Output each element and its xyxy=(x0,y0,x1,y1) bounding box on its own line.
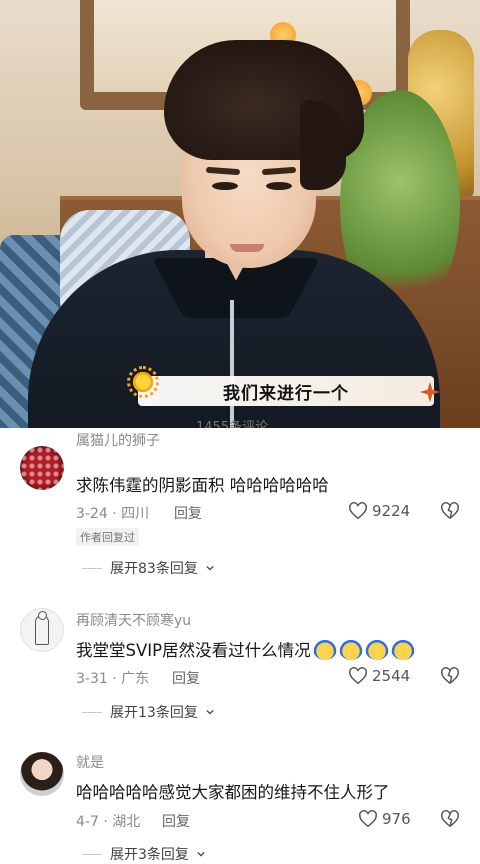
dislike-button[interactable] xyxy=(440,667,460,685)
expand-replies-button[interactable]: 展开3条回复 xyxy=(82,844,205,864)
like-count: 976 xyxy=(382,810,411,828)
comment-date-location: 3-24 · 四川 xyxy=(76,506,150,522)
heartbreak-icon xyxy=(441,810,459,827)
like-button[interactable]: 976 xyxy=(358,810,411,828)
heartbreak-icon xyxy=(441,502,459,519)
reply-button[interactable]: 回复 xyxy=(172,668,200,688)
heart-icon xyxy=(349,667,367,685)
author-replied-badge: 作者回复过 xyxy=(76,528,139,546)
heart-icon xyxy=(349,502,367,520)
avatar[interactable] xyxy=(20,608,64,652)
expand-replies-label: 展开13条回复 xyxy=(110,705,198,721)
crying-face-emoji-icon xyxy=(312,638,337,660)
reply-button[interactable]: 回复 xyxy=(174,503,202,523)
crying-face-emoji-icon xyxy=(390,638,415,660)
chevron-down-icon xyxy=(206,565,214,571)
expand-replies-button[interactable]: 展开83条回复 xyxy=(82,558,214,578)
comment-count: 1455条评论 xyxy=(196,420,269,428)
comment-date-location: 3-31 · 广东 xyxy=(76,671,150,687)
like-button[interactable]: 9224 xyxy=(348,502,410,520)
comment-username[interactable]: 属猫儿的狮子 xyxy=(76,430,160,450)
avatar[interactable] xyxy=(20,752,64,796)
sun-icon xyxy=(127,366,159,398)
crying-face-emoji-icon xyxy=(364,638,389,660)
dislike-button[interactable] xyxy=(440,502,460,520)
expand-replies-label: 展开83条回复 xyxy=(110,561,198,577)
comment-date-location: 4-7 · 湖北 xyxy=(76,814,141,830)
comment-text: 我堂堂SVIP居然没看过什么情况 xyxy=(76,637,415,661)
like-button[interactable]: 2544 xyxy=(348,667,410,685)
comment-text: 哈哈哈哈哈感觉大家都困的维持不住人形了 xyxy=(76,783,390,802)
comment-text: 求陈伟霆的阴影面积 哈哈哈哈哈哈 xyxy=(76,476,329,495)
crying-face-emoji-icon xyxy=(338,638,363,660)
heart-icon xyxy=(359,810,377,828)
video-player[interactable]: 我们来进行一个 xyxy=(0,0,480,428)
video-subtitle: 我们来进行一个 xyxy=(138,376,434,406)
like-count: 2544 xyxy=(372,667,411,685)
comment-username[interactable]: 就是 xyxy=(76,752,104,772)
dislike-button[interactable] xyxy=(440,810,460,828)
expand-replies-button[interactable]: 展开13条回复 xyxy=(82,702,214,722)
heartbreak-icon xyxy=(441,667,459,684)
comment-username[interactable]: 再顾清天不顾寒yu xyxy=(76,610,191,630)
chevron-down-icon xyxy=(197,851,205,857)
like-count: 9224 xyxy=(372,502,411,520)
reply-button[interactable]: 回复 xyxy=(162,811,190,831)
expand-replies-label: 展开3条回复 xyxy=(110,847,189,863)
avatar[interactable] xyxy=(20,446,64,490)
chevron-down-icon xyxy=(206,709,214,715)
